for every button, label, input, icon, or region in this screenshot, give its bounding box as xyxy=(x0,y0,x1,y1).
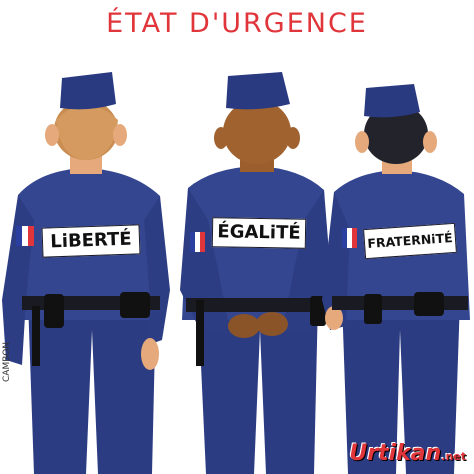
cartoon-canvas: ÉTAT D'URGENCE LiBERTÉ ÉGALiTÉ FRATERNiT… xyxy=(0,0,474,474)
logo-name: Urtikan xyxy=(349,441,442,466)
officer-center xyxy=(180,72,332,474)
logo-suffix: .net xyxy=(441,450,466,463)
back-label-fraternite: FRATERNiTÉ xyxy=(363,222,457,260)
officer-right xyxy=(322,84,470,474)
artist-signature: CAMBON xyxy=(2,341,12,383)
officer-left xyxy=(2,72,170,474)
back-label-liberte: LiBERTÉ xyxy=(41,224,141,258)
back-label-egalite: ÉGALiTÉ xyxy=(211,217,307,249)
urtikan-logo[interactable]: Urtikan.net xyxy=(349,441,466,466)
